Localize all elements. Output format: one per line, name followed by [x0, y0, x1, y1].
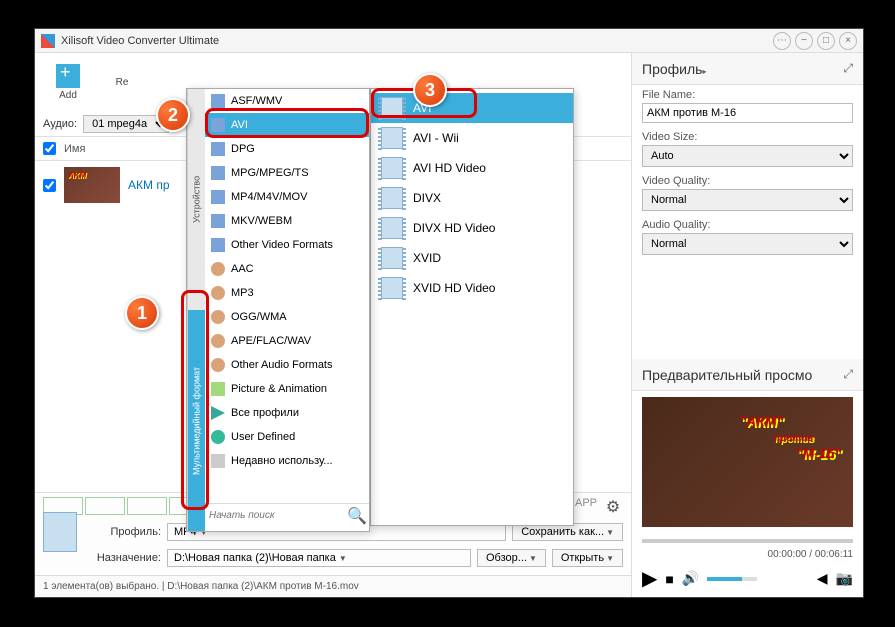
callout-1: 1	[125, 296, 159, 330]
fmt-other-audio[interactable]: Other Audio Formats	[205, 353, 369, 377]
add-button[interactable]: Add	[43, 64, 93, 101]
prev-frame-button[interactable]: ◀	[817, 570, 828, 587]
help-button[interactable]: ⋯	[773, 32, 791, 50]
profile-section-header[interactable]: Профиль▸ ⤢	[632, 53, 863, 85]
format-search-input[interactable]	[209, 510, 343, 521]
fmt-ogg[interactable]: OGG/WMA	[205, 305, 369, 329]
plus-icon	[56, 64, 80, 88]
fmt-other-video[interactable]: Other Video Formats	[205, 233, 369, 257]
fmt-aac[interactable]: AAC	[205, 257, 369, 281]
video-quality-label: Video Quality:	[642, 175, 853, 187]
format-search-row: 🔍	[205, 503, 369, 527]
profile-format-icon	[43, 512, 77, 552]
file-checkbox[interactable]	[43, 179, 56, 192]
video-size-prop: Video Size: Auto	[632, 127, 863, 171]
audio-quality-select[interactable]: Normal	[642, 233, 853, 255]
fmt-picture[interactable]: Picture & Animation	[205, 377, 369, 401]
fmt-avi[interactable]: AVI	[205, 113, 369, 137]
preview-text-3: "М-16"	[796, 445, 841, 461]
browse-button[interactable]: Обзор... ▼	[477, 549, 546, 567]
volume-slider[interactable]	[707, 577, 757, 581]
fmt-all-profiles[interactable]: Все профили	[205, 401, 369, 425]
sidetab-device[interactable]: Устройство	[187, 89, 205, 310]
sub-xvid-hd[interactable]: XVID HD Video	[371, 273, 573, 303]
close-button[interactable]: ×	[839, 32, 857, 50]
fmt-asf[interactable]: ASF/WMV	[205, 89, 369, 113]
file-name-label: File Name:	[642, 89, 853, 101]
profile-label: Профиль:	[83, 526, 161, 538]
volume-button[interactable]: 🔊	[682, 570, 699, 587]
timeline-track[interactable]	[642, 539, 853, 543]
format-subtype-popup: AVI AVI - Wii AVI HD Video DIVX DIVX HD …	[370, 88, 574, 526]
fmt-recent[interactable]: Недавно использу...	[205, 449, 369, 473]
audio-quality-label: Audio Quality:	[642, 219, 853, 231]
side-tabs: Устройство Мультимедийный формат	[187, 89, 205, 531]
app-icon	[41, 34, 55, 48]
callout-3: 3	[413, 73, 447, 107]
maximize-button[interactable]: □	[817, 32, 835, 50]
snapshot-button[interactable]: 📷	[836, 570, 853, 587]
select-all-checkbox[interactable]	[43, 142, 56, 155]
col-name: Имя	[64, 143, 85, 155]
preview-text-1: "АКМ"	[739, 413, 783, 429]
sub-divx-hd[interactable]: DIVX HD Video	[371, 213, 573, 243]
stop-button[interactable]: ■	[665, 571, 673, 587]
time-display: 00:00:00 / 00:06:11	[768, 549, 853, 560]
file-thumbnail	[64, 167, 120, 203]
fmt-mpg[interactable]: MPG/MPEG/TS	[205, 161, 369, 185]
expand-icon[interactable]: ⤢	[843, 61, 853, 76]
right-panel: Профиль▸ ⤢ File Name: Video Size: Auto V…	[631, 53, 863, 597]
remove-label: Re	[116, 77, 129, 88]
fmt-ape[interactable]: APE/FLAC/WAV	[205, 329, 369, 353]
minimize-button[interactable]: −	[795, 32, 813, 50]
preview-section-header[interactable]: Предварительный просмо ⤢	[632, 359, 863, 391]
timeline: 00:00:00 / 00:06:11	[632, 533, 863, 560]
transport-controls: ▶ ■ 🔊 ◀ 📷	[632, 560, 863, 597]
sub-avi-hd[interactable]: AVI HD Video	[371, 153, 573, 183]
fmt-mp3[interactable]: MP3	[205, 281, 369, 305]
window-title: Xilisoft Video Converter Ultimate	[61, 35, 769, 47]
dest-label: Назначение:	[83, 552, 161, 564]
format-category-popup: Устройство Мультимедийный формат ASF/WMV…	[186, 88, 370, 532]
remove-button[interactable]: Re	[97, 77, 147, 88]
preview-text-2: против	[774, 433, 813, 444]
settings-gear-button[interactable]: ⚙	[603, 497, 623, 517]
destination-row: Назначение: D:\Новая папка (2)\Новая пап…	[43, 545, 623, 571]
format-list: ASF/WMV AVI DPG MPG/MPEG/TS MP4/M4V/MOV …	[205, 89, 369, 531]
sub-avi[interactable]: AVI	[371, 93, 573, 123]
file-name-input[interactable]	[642, 103, 853, 123]
file-name-prop: File Name:	[632, 85, 863, 127]
video-quality-select[interactable]: Normal	[642, 189, 853, 211]
title-bar: Xilisoft Video Converter Ultimate ⋯ − □ …	[35, 29, 863, 53]
sidetab-format[interactable]: Мультимедийный формат	[187, 310, 205, 531]
audio-quality-prop: Audio Quality: Normal	[632, 215, 863, 259]
status-text: 1 элемента(ов) выбрано. | D:\Новая папка…	[43, 581, 359, 592]
play-button[interactable]: ▶	[642, 566, 657, 591]
search-icon[interactable]: 🔍	[347, 506, 367, 526]
sub-divx[interactable]: DIVX	[371, 183, 573, 213]
sub-xvid[interactable]: XVID	[371, 243, 573, 273]
fmt-mp4[interactable]: MP4/M4V/MOV	[205, 185, 369, 209]
fmt-dpg[interactable]: DPG	[205, 137, 369, 161]
fmt-user-defined[interactable]: User Defined	[205, 425, 369, 449]
video-size-select[interactable]: Auto	[642, 145, 853, 167]
audio-label: Аудио:	[43, 118, 77, 130]
dest-value[interactable]: D:\Новая папка (2)\Новая папка ▼	[167, 549, 471, 567]
callout-2: 2	[156, 98, 190, 132]
video-quality-prop: Video Quality: Normal	[632, 171, 863, 215]
open-button[interactable]: Открыть ▼	[552, 549, 623, 567]
add-label: Add	[59, 90, 77, 101]
video-size-label: Video Size:	[642, 131, 853, 143]
preview-video[interactable]: "АКМ" против "М-16"	[642, 397, 853, 527]
fmt-mkv[interactable]: MKV/WEBM	[205, 209, 369, 233]
preview-expand-icon[interactable]: ⤢	[843, 367, 853, 382]
file-name: АКМ пр	[128, 178, 170, 192]
sub-avi-wii[interactable]: AVI - Wii	[371, 123, 573, 153]
